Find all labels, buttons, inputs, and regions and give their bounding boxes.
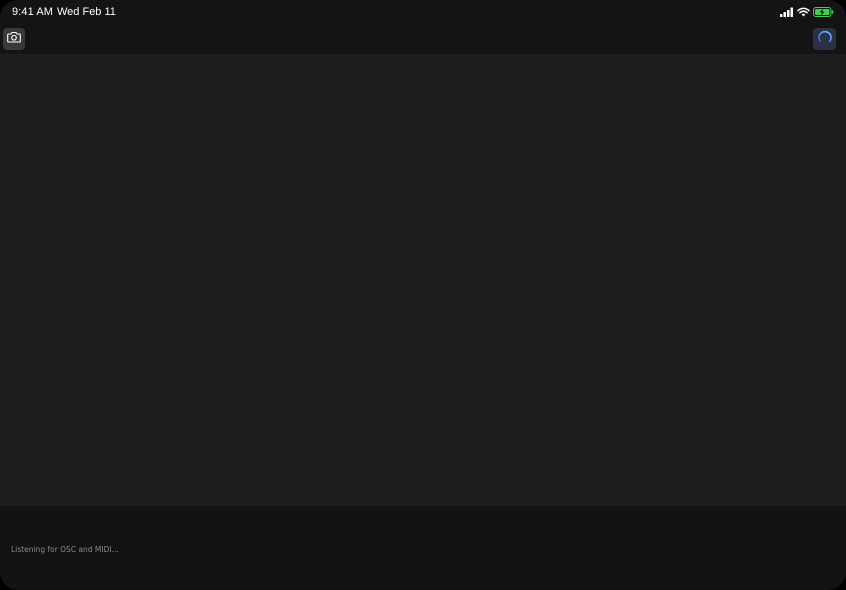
wifi-icon — [797, 4, 810, 22]
status-bar: 9:41 AM Wed Feb 11 — [0, 0, 846, 26]
toolbar — [0, 26, 846, 54]
activity-ring-icon — [817, 29, 833, 50]
camera-icon — [7, 30, 21, 48]
camera-button[interactable] — [3, 28, 25, 50]
status-time: 9:41 AM — [12, 6, 54, 18]
app-screen: 9:41 AM Wed Feb 11 Listening for OSC and… — [0, 0, 846, 590]
activity-button[interactable] — [813, 28, 836, 50]
device-frame: 9:41 AM Wed Feb 11 Listening for OSC and… — [0, 0, 846, 590]
console-panel: Listening for OSC and MIDI... — [0, 506, 846, 590]
status-date: Wed Feb 11 — [57, 6, 116, 18]
status-indicators — [780, 7, 834, 19]
cellular-signal-icon — [780, 4, 794, 22]
battery-charging-icon — [813, 4, 834, 22]
main-canvas[interactable] — [0, 54, 846, 506]
console-status-message: Listening for OSC and MIDI... — [11, 545, 119, 554]
